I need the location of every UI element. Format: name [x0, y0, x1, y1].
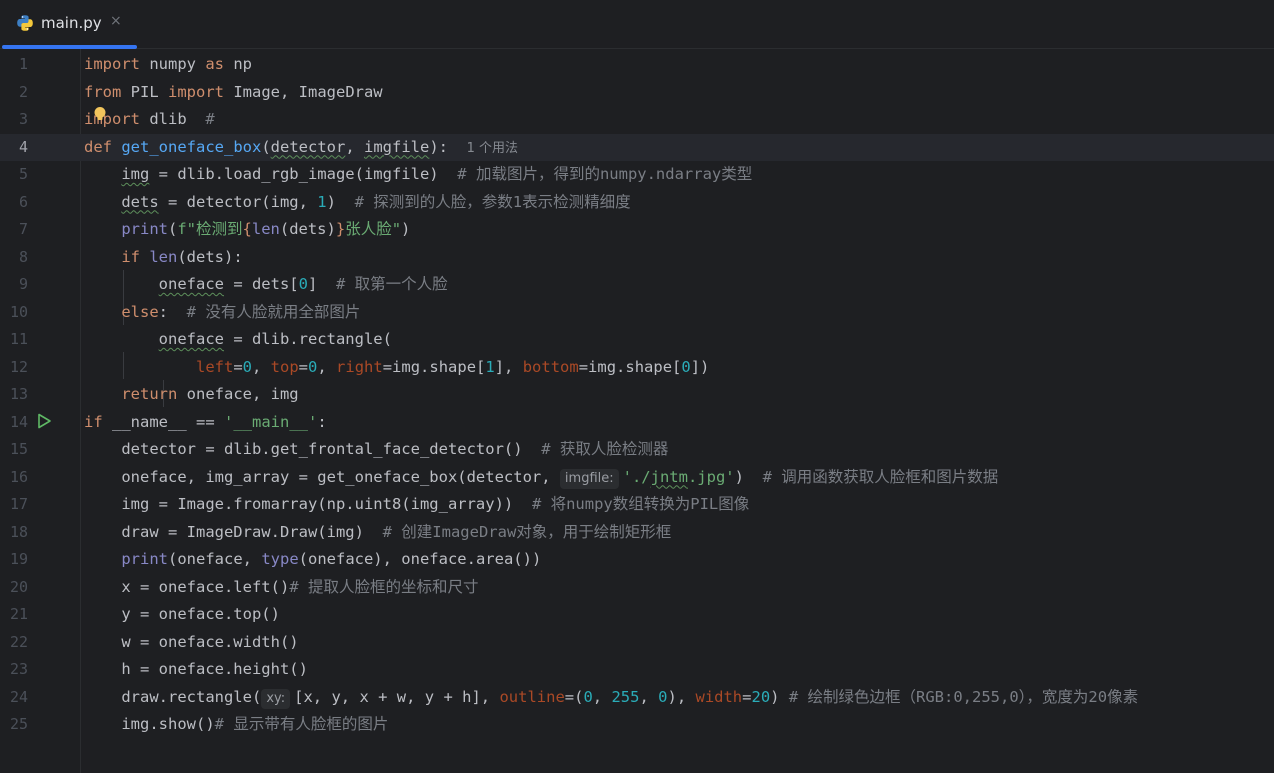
code-line: 6 dets = detector(img, 1) # 探测到的人脸，参数1表示…	[0, 189, 1274, 217]
code-line: 11 oneface = dlib.rectangle(	[0, 326, 1274, 354]
code-line: 1 import numpy as np	[0, 51, 1274, 79]
code-text: if len(dets):	[121, 247, 243, 266]
usage-hint[interactable]: 1 个用法	[467, 141, 518, 156]
code-line: 12 left=0, top=0, right=img.shape[1], bo…	[0, 354, 1274, 382]
code-text: from PIL import Image, ImageDraw	[84, 82, 383, 101]
line-number: 19	[9, 550, 28, 568]
line-number: 25	[9, 715, 28, 733]
code-line: 10 else: # 没有人脸就用全部图片	[0, 299, 1274, 327]
line-number: 13	[9, 385, 28, 403]
line-number: 18	[9, 522, 28, 541]
code-text: oneface, img_array = get_oneface_box(det…	[84, 464, 998, 492]
code-line: 17 img = Image.fromarray(np.uint8(img_ar…	[0, 491, 1274, 519]
line-number: 23	[9, 660, 28, 678]
line-number: 11	[9, 330, 28, 348]
code-line: 7 print(f"检测到{len(dets)}张人脸")	[0, 216, 1274, 244]
code-line: 24 draw.rectangle(xy: [x, y, x + w, y + h…	[0, 684, 1274, 712]
code-text: print(f"检测到{len(dets)}张人脸")	[121, 220, 411, 238]
code-line: 23 h = oneface.height()	[0, 656, 1274, 684]
line-number: 20	[9, 577, 28, 596]
code-line: 21 y = oneface.top()	[0, 601, 1274, 629]
code-line: 3 import dlib #	[0, 106, 1274, 134]
code-line: 13 return oneface, img	[0, 381, 1274, 409]
code-line: 15 detector = dlib.get_frontal_face_dete…	[0, 436, 1274, 464]
line-number: 1	[18, 55, 28, 73]
code-editor[interactable]: 1 import numpy as np 2 from PIL import I…	[0, 49, 1274, 773]
code-line: 22 w = oneface.width()	[0, 629, 1274, 657]
code-line: 14 if __name__ == '__main__':	[0, 409, 1274, 437]
line-number: 21	[9, 605, 28, 623]
line-number: 8	[18, 247, 28, 266]
code-text: if __name__ == '__main__':	[84, 412, 327, 431]
python-icon	[17, 15, 33, 31]
code-line-current: 4 def get_oneface_box(detector, imgfile)…	[0, 133, 1274, 161]
line-number: 12	[9, 357, 28, 376]
line-number: 2	[18, 82, 28, 101]
code-text: draw = ImageDraw.Draw(img) # 创建ImageDraw…	[84, 522, 672, 541]
code-text: draw.rectangle(xy: [x, y, x + w, y + h], …	[84, 684, 1138, 712]
code-text: print(oneface, type(oneface), oneface.ar…	[121, 550, 542, 568]
line-number: 6	[18, 192, 28, 211]
code-line: 9 oneface = dets[0] # 取第一个人脸	[0, 271, 1274, 299]
code-text: img.show()# 显示带有人脸框的图片	[84, 715, 389, 733]
editor-tab-bar: main.py ×	[0, 0, 1274, 49]
code-text: dets = detector(img, 1) # 探测到的人脸，参数1表示检测…	[121, 192, 631, 211]
code-line: 2 from PIL import Image, ImageDraw	[0, 79, 1274, 107]
code-text: y = oneface.top()	[84, 605, 280, 623]
code-text: x = oneface.left()# 提取人脸框的坐标和尺寸	[84, 577, 479, 596]
line-number: 16	[9, 467, 28, 486]
lightbulb-icon[interactable]	[93, 106, 107, 124]
code-line: 18 draw = ImageDraw.Draw(img) # 创建ImageD…	[0, 519, 1274, 547]
line-number: 14	[9, 412, 28, 431]
line-number: 15	[9, 440, 28, 458]
close-icon[interactable]: ×	[110, 13, 122, 29]
parameter-hint: xy:	[261, 688, 291, 709]
code-text: oneface = dlib.rectangle(	[158, 330, 392, 348]
line-number: 3	[18, 110, 28, 128]
tab-main-py[interactable]: main.py ×	[0, 0, 137, 49]
code-text: def get_oneface_box(detector, imgfile): …	[84, 137, 519, 156]
parameter-hint: imgfile:	[559, 468, 619, 489]
line-number: 24	[9, 687, 28, 706]
code-text: else: # 没有人脸就用全部图片	[121, 302, 361, 321]
line-number: 5	[18, 165, 28, 183]
code-line: 8 if len(dets):	[0, 244, 1274, 272]
code-line: 20 x = oneface.left()# 提取人脸框的坐标和尺寸	[0, 574, 1274, 602]
code-line: 5 img = dlib.load_rgb_image(imgfile) # 加…	[0, 161, 1274, 189]
code-text: w = oneface.width()	[84, 632, 299, 651]
code-text: left=0, top=0, right=img.shape[1], botto…	[195, 357, 710, 376]
code-text: import numpy as np	[84, 55, 252, 73]
code-text: img = dlib.load_rgb_image(imgfile) # 加载图…	[121, 165, 753, 183]
code-text: return oneface, img	[121, 385, 299, 403]
line-number: 17	[9, 495, 28, 513]
run-icon[interactable]	[36, 413, 52, 429]
line-number: 9	[18, 275, 28, 293]
line-number: 7	[18, 220, 28, 238]
code-text: detector = dlib.get_frontal_face_detecto…	[84, 440, 669, 458]
line-number: 22	[9, 632, 28, 651]
code-line: 19 print(oneface, type(oneface), oneface…	[0, 546, 1274, 574]
code-text: oneface = dets[0] # 取第一个人脸	[158, 275, 448, 293]
code-line: 25 img.show()# 显示带有人脸框的图片	[0, 711, 1274, 739]
code-line: 16 oneface, img_array = get_oneface_box(…	[0, 464, 1274, 492]
code-text: h = oneface.height()	[84, 660, 308, 678]
line-number: 10	[9, 302, 28, 321]
tab-label: main.py	[41, 14, 102, 32]
code-text: img = Image.fromarray(np.uint8(img_array…	[84, 495, 750, 513]
line-number: 4	[18, 137, 28, 156]
